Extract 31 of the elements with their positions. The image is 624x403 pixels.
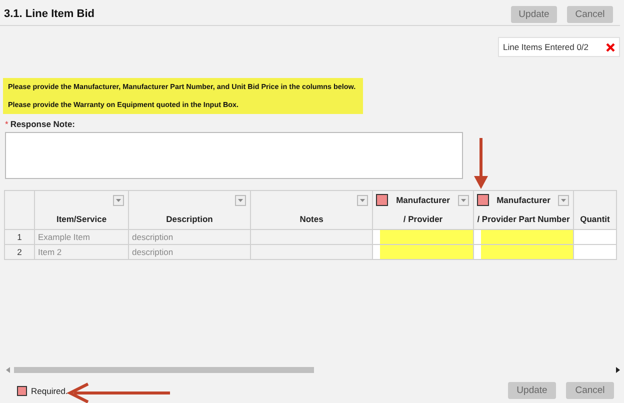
filter-icon[interactable]	[235, 195, 246, 206]
row-number: 1	[4, 230, 34, 244]
legend-text: Required.	[31, 386, 68, 396]
scroll-right-icon[interactable]	[616, 367, 620, 373]
column-header: Notes	[300, 213, 324, 226]
scroll-left-icon[interactable]	[6, 367, 10, 373]
down-arrow	[474, 138, 488, 189]
horizontal-scrollbar[interactable]	[6, 366, 620, 374]
column-header: Description	[166, 213, 213, 226]
column-header: Manufacturer	[396, 194, 450, 207]
filter-icon[interactable]	[558, 195, 569, 206]
table-cell: Item 2	[38, 247, 62, 257]
required-marker	[17, 386, 27, 396]
filter-icon[interactable]	[357, 195, 368, 206]
column-header: / Provider Part Number	[477, 213, 570, 226]
filter-icon[interactable]	[113, 195, 124, 206]
field-label: Response Note:	[10, 119, 76, 129]
table-cell: description	[132, 232, 174, 242]
column-header: Quantit	[580, 213, 610, 226]
column-header: / Provider	[403, 213, 443, 226]
response-note-field[interactable]	[5, 132, 463, 179]
column-header: Item/Service	[56, 213, 107, 226]
status-text: Line Items Entered 0/2	[503, 42, 589, 52]
required-asterisk: *	[5, 119, 8, 129]
table-cell: Example Item	[38, 232, 90, 242]
row-number: 2	[4, 244, 34, 260]
page-title: 3.1. Line Item Bid	[4, 8, 94, 20]
table-cell: description	[132, 247, 174, 257]
column-header: Manufacturer	[496, 194, 550, 207]
filter-icon[interactable]	[458, 195, 469, 206]
scrollbar-thumb[interactable]	[14, 367, 314, 373]
